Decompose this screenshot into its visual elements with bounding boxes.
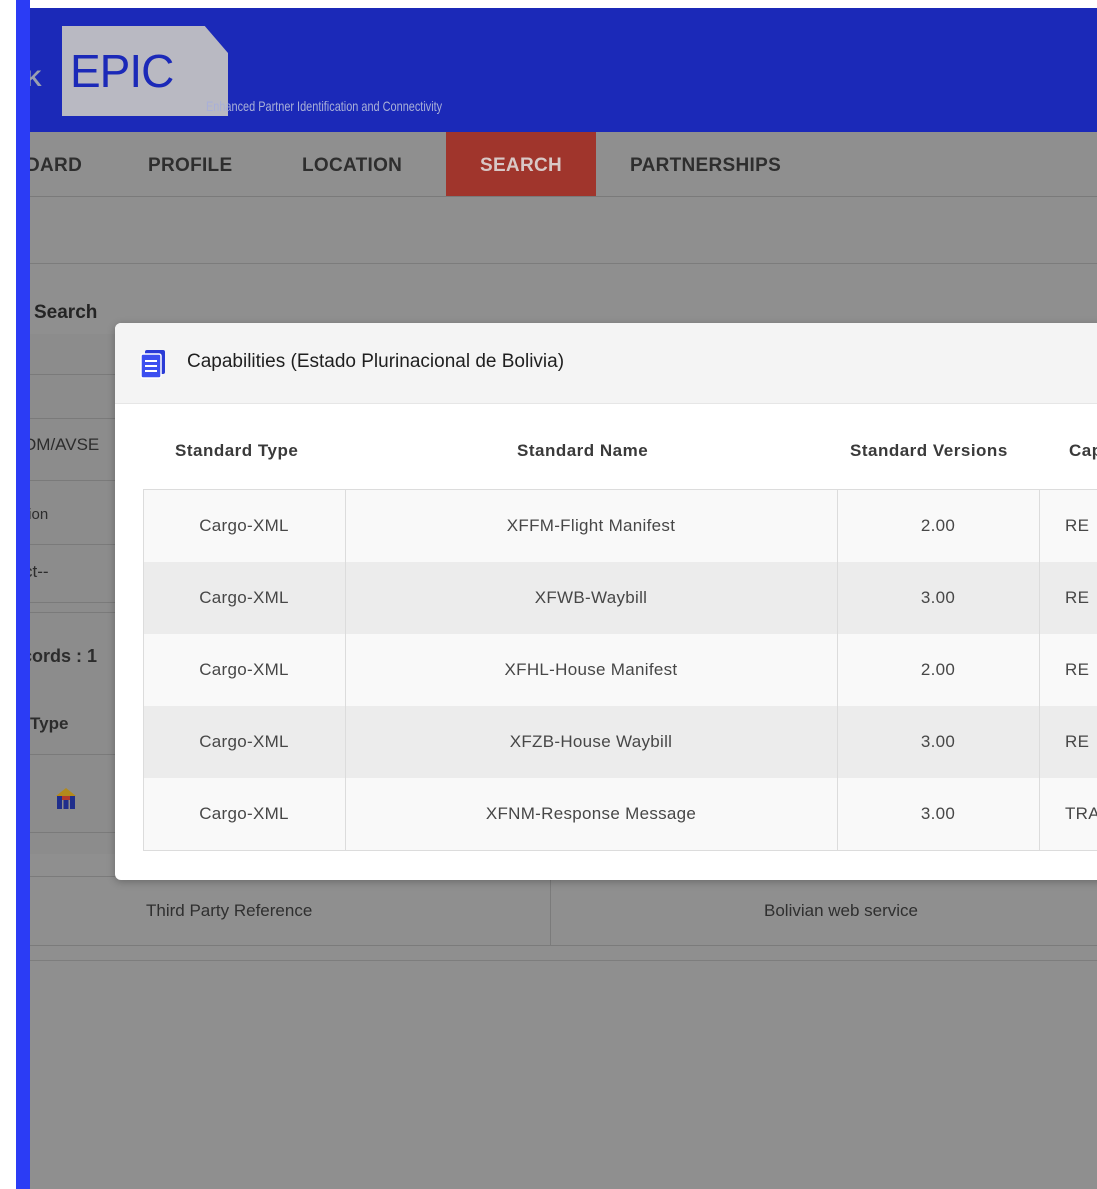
cell-standard-type: Cargo-XML (199, 588, 289, 607)
cell-standard-version: 3.00 (920, 804, 956, 823)
cell-standard-version: 3.00 (920, 732, 956, 751)
divider (30, 480, 116, 481)
column-divider (550, 877, 551, 945)
cell-standard-name: XFHL-House Manifest (504, 660, 678, 679)
nav-profile[interactable]: PROFILE (148, 132, 232, 196)
reference-value: Bolivian web service (764, 901, 919, 920)
divider (30, 602, 116, 603)
logo-mark-icon: K (30, 66, 42, 91)
third-party-reference-label: Third Party Reference (146, 901, 313, 920)
search-form-strip: DM/AVSE tion ct-- cords : 1 Type (30, 334, 116, 854)
app-window: K EPIC Enhanced Partner Identification a… (30, 8, 1097, 1189)
cell-standard-type: Cargo-XML (199, 732, 289, 751)
location-select[interactable]: ct-- (30, 562, 49, 582)
modal-header: Capabilities (Estado Plurinacional de Bo… (115, 323, 1097, 404)
nav-search[interactable]: SEARCH (446, 132, 596, 196)
nav-partnerships[interactable]: PARTNERSHIPS (630, 132, 781, 196)
divider (30, 544, 116, 545)
window-margin (0, 0, 16, 1189)
col-header-standard-versions[interactable]: Standard Versions (850, 441, 1008, 461)
divider (30, 612, 116, 613)
logo-subtitle: Enhanced Partner Identification and Conn… (206, 98, 443, 114)
reference-row: Third Party Reference Bolivian web servi… (30, 876, 1097, 946)
app-header: K EPIC Enhanced Partner Identification a… (30, 8, 1097, 132)
table-row: Cargo-XML XFFM-Flight Manifest 2.00 RE (143, 490, 1097, 563)
divider (30, 832, 116, 833)
cell-standard-type: Cargo-XML (199, 660, 289, 679)
capabilities-table: Cargo-XML XFFM-Flight Manifest 2.00 RE C… (143, 489, 1097, 851)
cell-standard-version: 3.00 (920, 588, 956, 607)
search-heading: Search (34, 302, 98, 323)
main-nav: DARD PROFILE LOCATION SEARCH PARTNERSHIP… (30, 132, 1097, 197)
standard-field-value[interactable]: DM/AVSE (30, 435, 99, 455)
modal-title: Capabilities (Estado Plurinacional de Bo… (187, 351, 565, 372)
location-label: tion (30, 506, 49, 523)
cell-standard-type: Cargo-XML (199, 804, 289, 823)
divider (30, 418, 116, 419)
cell-standard-name: XFFM-Flight Manifest (506, 516, 676, 535)
column-divider (837, 490, 838, 850)
cell-capability: RE (1065, 660, 1090, 679)
nav-dashboard[interactable]: DARD (30, 132, 82, 196)
cell-standard-name: XFWB-Waybill (534, 588, 648, 607)
cell-capability: RE (1065, 516, 1090, 535)
document-list-icon (140, 350, 165, 379)
window-edge (16, 0, 30, 1189)
column-divider (143, 490, 144, 850)
logo-text: EPIC (70, 45, 174, 97)
cell-standard-version: 2.00 (920, 516, 956, 535)
table-row: Cargo-XML XFNM-Response Message 3.00 TRA (143, 778, 1097, 851)
records-count: cords : 1 (30, 646, 98, 666)
col-header-capability[interactable]: Cap (1069, 441, 1097, 461)
divider (30, 374, 116, 375)
toolbar-band (30, 197, 1097, 264)
cell-capability: TRA (1065, 804, 1097, 823)
table-row: Cargo-XML XFWB-Waybill 3.00 RE (143, 562, 1097, 635)
divider (30, 754, 116, 755)
organization-type-icon[interactable] (52, 784, 80, 812)
table-row: Cargo-XML XFZB-House Waybill 3.00 RE (143, 706, 1097, 779)
cell-capability: RE (1065, 732, 1090, 751)
cell-standard-name: XFNM-Response Message (485, 804, 697, 823)
column-divider (1039, 490, 1040, 850)
column-divider (345, 490, 346, 850)
cell-standard-name: XFZB-House Waybill (509, 732, 673, 751)
capabilities-modal: Capabilities (Estado Plurinacional de Bo… (115, 323, 1097, 880)
cell-capability: RE (1065, 588, 1090, 607)
divider (30, 960, 1097, 961)
col-header-standard-type[interactable]: Standard Type (175, 441, 298, 461)
nav-location[interactable]: LOCATION (302, 132, 402, 196)
col-header-standard-name[interactable]: Standard Name (517, 441, 648, 461)
table-row: Cargo-XML XFHL-House Manifest 2.00 RE (143, 634, 1097, 707)
cell-standard-type: Cargo-XML (199, 516, 289, 535)
cell-standard-version: 2.00 (920, 660, 956, 679)
type-column-header: Type (30, 714, 69, 733)
